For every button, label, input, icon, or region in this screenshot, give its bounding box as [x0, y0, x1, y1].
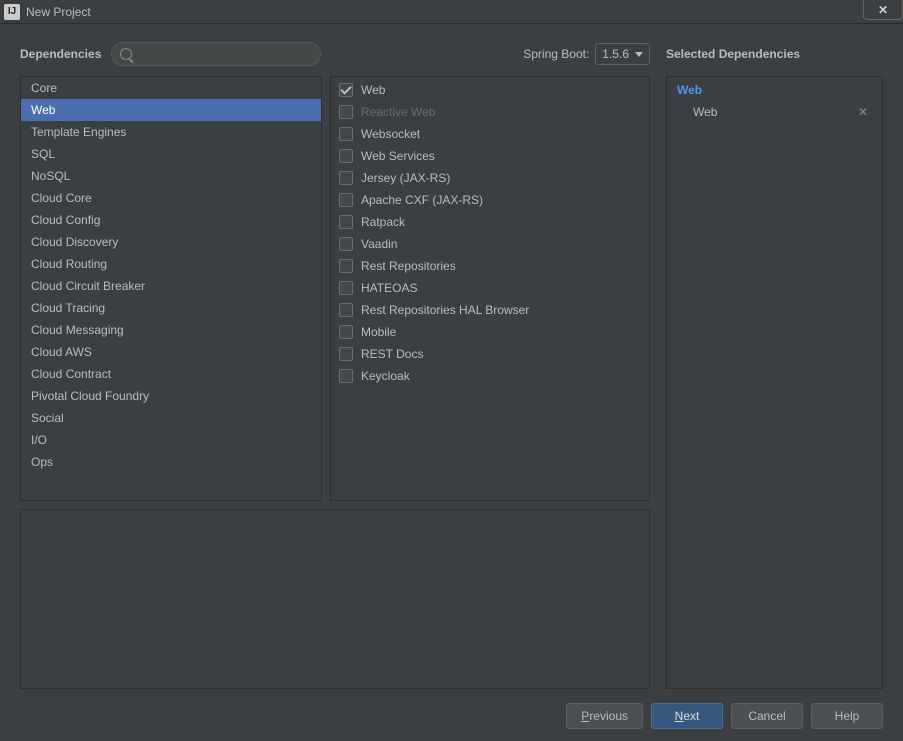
left-header: Dependencies Spring Boot: 1.5.6 — [20, 42, 650, 66]
category-item[interactable]: Cloud Contract — [21, 363, 321, 385]
category-item[interactable]: Web — [21, 99, 321, 121]
category-item[interactable]: Core — [21, 77, 321, 99]
search-icon — [120, 48, 132, 60]
option-item[interactable]: Jersey (JAX-RS) — [331, 167, 649, 189]
category-item[interactable]: Cloud Config — [21, 209, 321, 231]
option-item[interactable]: Vaadin — [331, 233, 649, 255]
previous-rest: revious — [589, 709, 628, 723]
option-checkbox[interactable] — [339, 83, 353, 97]
option-checkbox[interactable] — [339, 171, 353, 185]
option-label: REST Docs — [361, 345, 423, 363]
option-item[interactable]: Apache CXF (JAX-RS) — [331, 189, 649, 211]
search-box[interactable] — [111, 42, 321, 66]
option-label: Web — [361, 81, 385, 99]
option-item[interactable]: Rest Repositories HAL Browser — [331, 299, 649, 321]
category-item[interactable]: Cloud Core — [21, 187, 321, 209]
option-label: Reactive Web — [361, 103, 435, 121]
option-checkbox[interactable] — [339, 325, 353, 339]
option-label: Ratpack — [361, 213, 405, 231]
category-item[interactable]: Cloud Tracing — [21, 297, 321, 319]
option-checkbox — [339, 105, 353, 119]
option-item[interactable]: HATEOAS — [331, 277, 649, 299]
option-item[interactable]: Rest Repositories — [331, 255, 649, 277]
category-item[interactable]: Social — [21, 407, 321, 429]
option-label: Rest Repositories HAL Browser — [361, 301, 529, 319]
dependencies-label: Dependencies — [20, 47, 101, 61]
spring-boot-version-select[interactable]: 1.5.6 — [595, 43, 650, 65]
option-item[interactable]: Websocket — [331, 123, 649, 145]
option-item[interactable]: Web Services — [331, 145, 649, 167]
remove-icon[interactable]: ✕ — [854, 105, 872, 119]
left-panel: Dependencies Spring Boot: 1.5.6 CoreWebT… — [20, 42, 650, 689]
option-checkbox[interactable] — [339, 347, 353, 361]
option-checkbox[interactable] — [339, 193, 353, 207]
chevron-down-icon — [635, 52, 643, 57]
option-label: Rest Repositories — [361, 257, 456, 275]
category-item[interactable]: Cloud Discovery — [21, 231, 321, 253]
option-item[interactable]: Mobile — [331, 321, 649, 343]
option-label: Keycloak — [361, 367, 410, 385]
close-button[interactable] — [863, 0, 903, 20]
spring-boot-block: Spring Boot: 1.5.6 — [523, 43, 650, 65]
option-label: Mobile — [361, 323, 396, 341]
option-label: Web Services — [361, 147, 435, 165]
option-label: Jersey (JAX-RS) — [361, 169, 450, 187]
selected-group-header: Web — [677, 83, 872, 97]
description-panel — [20, 509, 650, 689]
category-item[interactable]: Template Engines — [21, 121, 321, 143]
option-label: Websocket — [361, 125, 420, 143]
option-checkbox[interactable] — [339, 281, 353, 295]
option-item[interactable]: Keycloak — [331, 365, 649, 387]
option-item: Reactive Web — [331, 101, 649, 123]
right-panel: Selected Dependencies Web Web ✕ — [666, 42, 883, 689]
content: Dependencies Spring Boot: 1.5.6 CoreWebT… — [0, 24, 903, 741]
button-row: Previous Next Cancel Help — [20, 689, 883, 729]
option-checkbox[interactable] — [339, 127, 353, 141]
help-button[interactable]: Help — [811, 703, 883, 729]
categories-list[interactable]: CoreWebTemplate EnginesSQLNoSQLCloud Cor… — [20, 76, 322, 501]
options-list[interactable]: Web Reactive Web Websocket Web Services Jers… — [330, 76, 650, 501]
next-button[interactable]: Next — [651, 703, 723, 729]
option-label: HATEOAS — [361, 279, 417, 297]
category-item[interactable]: Cloud Circuit Breaker — [21, 275, 321, 297]
selected-item: Web ✕ — [677, 103, 872, 121]
option-checkbox[interactable] — [339, 303, 353, 317]
option-label: Apache CXF (JAX-RS) — [361, 191, 483, 209]
option-item[interactable]: Ratpack — [331, 211, 649, 233]
app-icon: IJ — [4, 4, 20, 20]
selected-item-label: Web — [693, 105, 717, 119]
option-checkbox[interactable] — [339, 237, 353, 251]
option-item[interactable]: REST Docs — [331, 343, 649, 365]
category-item[interactable]: Pivotal Cloud Foundry — [21, 385, 321, 407]
option-label: Vaadin — [361, 235, 397, 253]
search-input[interactable] — [136, 47, 312, 61]
next-rest: ext — [683, 709, 699, 723]
category-item[interactable]: I/O — [21, 429, 321, 451]
cancel-button[interactable]: Cancel — [731, 703, 803, 729]
category-item[interactable]: NoSQL — [21, 165, 321, 187]
selected-dependencies-list: Web Web ✕ — [666, 76, 883, 689]
spring-boot-version-value: 1.5.6 — [602, 47, 629, 61]
category-item[interactable]: Ops — [21, 451, 321, 473]
category-item[interactable]: SQL — [21, 143, 321, 165]
previous-button[interactable]: Previous — [566, 703, 643, 729]
selected-dependencies-title: Selected Dependencies — [666, 42, 883, 66]
option-checkbox[interactable] — [339, 259, 353, 273]
category-item[interactable]: Cloud AWS — [21, 341, 321, 363]
window-title: New Project — [26, 5, 91, 19]
category-item[interactable]: Cloud Routing — [21, 253, 321, 275]
option-checkbox[interactable] — [339, 369, 353, 383]
option-item[interactable]: Web — [331, 79, 649, 101]
panels-row: CoreWebTemplate EnginesSQLNoSQLCloud Cor… — [20, 76, 650, 501]
option-checkbox[interactable] — [339, 215, 353, 229]
main-area: Dependencies Spring Boot: 1.5.6 CoreWebT… — [20, 42, 883, 689]
option-checkbox[interactable] — [339, 149, 353, 163]
titlebar: IJ New Project — [0, 0, 903, 24]
category-item[interactable]: Cloud Messaging — [21, 319, 321, 341]
spring-boot-label: Spring Boot: — [523, 47, 589, 61]
